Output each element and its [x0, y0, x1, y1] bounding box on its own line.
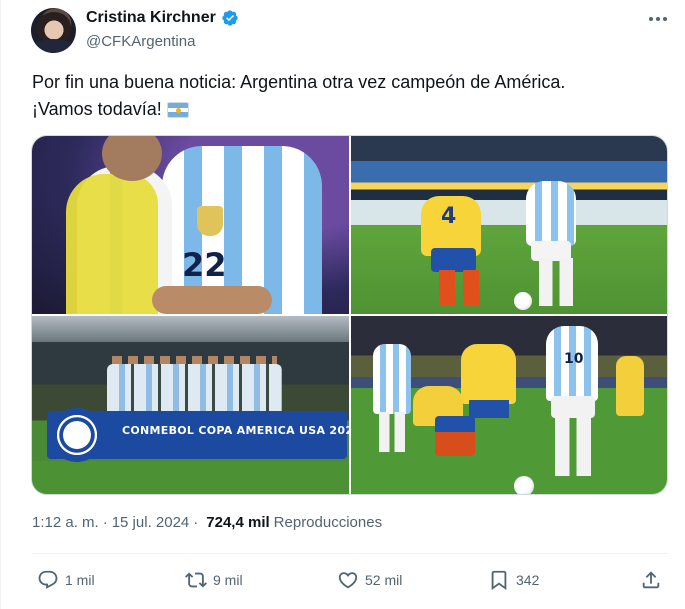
- colombia-shorts: [469, 400, 509, 418]
- pitch: [351, 226, 667, 314]
- reply-icon: [38, 570, 58, 589]
- tweet-text-line-2: ¡Vamos todavía!: [32, 96, 662, 123]
- share-icon: [642, 571, 660, 589]
- avatar-face: [37, 12, 71, 42]
- bookmark-button[interactable]: 342: [488, 566, 539, 594]
- action-bar: 1 mil 9 mil 52 mil 342: [32, 566, 668, 594]
- argentina-player: [373, 344, 411, 414]
- verified-badge-icon[interactable]: [221, 9, 239, 27]
- argentina-socks: [539, 258, 573, 306]
- argentina-socks: [555, 416, 591, 476]
- tweet-meta: 1:12 a. m. · 15 jul. 2024 · 724,4 mil Re…: [32, 514, 382, 531]
- tweet-text: Por fin una buena noticia: Argentina otr…: [32, 69, 662, 123]
- author-handle[interactable]: @CFKArgentina: [86, 33, 195, 50]
- retweet-icon: [185, 572, 207, 588]
- heart-icon: [338, 572, 358, 589]
- media-grid: 22 4 CONMEBOL COPA AMERICA USA 2024 10: [31, 135, 668, 495]
- author-name[interactable]: Cristina Kirchner: [86, 9, 216, 27]
- tweet-text-line-1: Por fin una buena noticia: Argentina otr…: [32, 72, 566, 92]
- copa-america-logo: [50, 408, 104, 462]
- substitute-vest: [66, 174, 158, 314]
- author-avatar[interactable]: [31, 8, 76, 53]
- jersey-number: 10: [564, 351, 584, 367]
- share-button[interactable]: [640, 566, 662, 594]
- author-name-row: Cristina Kirchner: [86, 9, 239, 27]
- colombia-shorts: [431, 248, 476, 272]
- divider: [32, 553, 668, 554]
- reply-button[interactable]: 1 mil: [37, 566, 95, 594]
- soccer-ball: [514, 476, 534, 494]
- bookmark-count: 342: [516, 572, 540, 588]
- photo-team-photo[interactable]: CONMEBOL COPA AMERICA USA 2024: [32, 316, 349, 494]
- pitch: [32, 461, 349, 494]
- jersey-number: 22: [182, 246, 227, 284]
- views-count[interactable]: 724,4 mil: [206, 514, 269, 531]
- reply-count: 1 mil: [65, 572, 95, 588]
- views-label: Reproducciones: [273, 514, 383, 531]
- like-button[interactable]: 52 mil: [337, 566, 402, 594]
- photo-celebration-hug[interactable]: 22: [32, 136, 349, 314]
- meta-separator: ·: [102, 514, 108, 531]
- retweet-button[interactable]: 9 mil: [185, 566, 243, 594]
- jersey-number: 4: [441, 204, 457, 229]
- tweet-date[interactable]: 15 jul. 2024: [112, 514, 190, 531]
- argentina-socks: [379, 412, 405, 452]
- more-dots-icon: [649, 17, 667, 21]
- tweet-text-line-2-words: ¡Vamos todavía!: [32, 99, 162, 119]
- colombia-socks: [439, 270, 479, 306]
- photo-match-action-2[interactable]: 10: [351, 316, 667, 494]
- like-count: 52 mil: [365, 572, 403, 588]
- player-arm: [152, 286, 272, 314]
- argentina-shorts: [551, 396, 595, 418]
- meta-separator: ·: [193, 514, 199, 531]
- bookmark-icon: [491, 570, 507, 591]
- colombia-player: [461, 344, 516, 404]
- avatar-shoulders: [31, 39, 76, 53]
- tweet-time[interactable]: 1:12 a. m.: [32, 514, 99, 531]
- soccer-ball: [514, 292, 532, 310]
- colombia-player: [616, 356, 644, 416]
- argentina-flag-icon: [166, 102, 189, 118]
- more-options-icon[interactable]: [646, 9, 670, 29]
- stadium-roof: [32, 316, 349, 342]
- photo-match-action-1[interactable]: 4: [351, 136, 667, 314]
- colombia-shorts: [435, 416, 475, 456]
- tweet-card: Cristina Kirchner @CFKArgentina Por fin …: [0, 0, 685, 609]
- argentina-player: [526, 181, 576, 246]
- retweet-count: 9 mil: [213, 572, 243, 588]
- banner-text: CONMEBOL COPA AMERICA USA 2024: [122, 424, 349, 437]
- afa-badge: [197, 206, 223, 236]
